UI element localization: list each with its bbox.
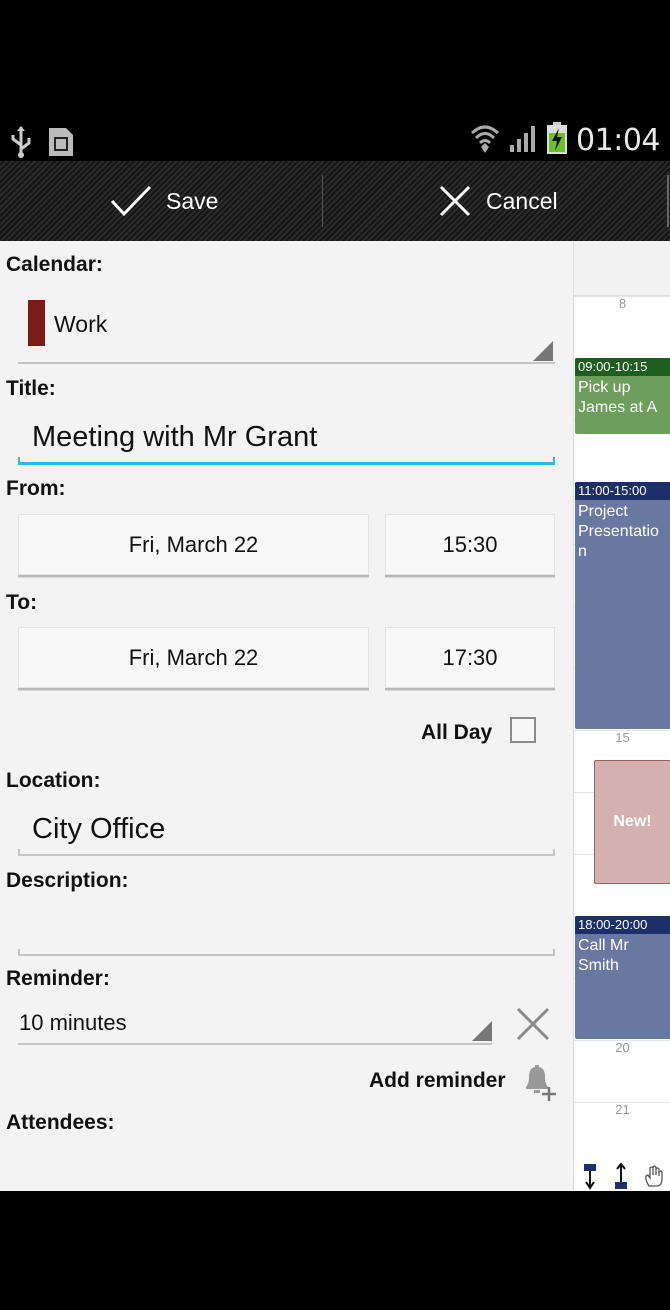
phone-screen: 01:04 Save Cancel Calendar: Work Title: xyxy=(0,0,670,1310)
action-bar: Save Cancel xyxy=(0,161,670,241)
save-button[interactable]: Save xyxy=(110,161,218,241)
new-event-label: New! xyxy=(613,813,652,830)
title-value: Meeting with Mr Grant xyxy=(32,421,318,453)
spinner-arrow-icon xyxy=(533,341,553,361)
event-block[interactable]: 09:00-10:15 Pick up James at A xyxy=(575,358,670,434)
all-day-label: All Day xyxy=(421,721,493,744)
title-label: Title: xyxy=(6,377,56,400)
from-label: From: xyxy=(6,477,66,500)
status-bar: 01:04 xyxy=(0,119,670,161)
hour-label: 20 xyxy=(615,1040,630,1055)
description-label: Description: xyxy=(6,869,129,892)
location-value: City Office xyxy=(32,813,166,845)
reminder-label: Reminder: xyxy=(6,967,110,990)
hour-label: 8 xyxy=(618,296,627,311)
event-edit-form: Calendar: Work Title: Meeting with Mr Gr… xyxy=(0,241,573,1191)
battery-charging-icon xyxy=(546,121,568,159)
hour-label: 21 xyxy=(615,1102,630,1117)
add-alarm-bell-icon xyxy=(526,1065,556,1101)
event-title: Pick up James at A xyxy=(578,379,658,416)
resize-end-icon[interactable] xyxy=(612,1162,630,1190)
event-time: 09:00-10:15 xyxy=(575,358,670,376)
sd-card-icon xyxy=(46,125,76,163)
wifi-icon xyxy=(470,121,500,159)
action-bar-edge xyxy=(667,175,669,227)
event-block[interactable]: 18:00-20:00 Call Mr Smith xyxy=(575,916,670,1039)
from-time-button[interactable]: 15:30 xyxy=(385,514,555,577)
resize-start-icon[interactable] xyxy=(581,1162,599,1190)
save-label: Save xyxy=(166,187,219,214)
hour-label: 15 xyxy=(615,730,630,745)
bottom-bezel xyxy=(0,1191,670,1310)
spinner-arrow-icon xyxy=(472,1021,492,1041)
event-time: 11:00-15:00 xyxy=(575,482,670,500)
cancel-button[interactable]: Cancel xyxy=(438,161,558,241)
to-label: To: xyxy=(6,591,38,614)
calendar-spinner[interactable]: Work xyxy=(18,291,555,365)
remove-reminder-button[interactable] xyxy=(514,1005,552,1043)
to-date-button[interactable]: Fri, March 22 xyxy=(18,627,369,690)
from-date-button[interactable]: Fri, March 22 xyxy=(18,514,369,577)
event-block[interactable]: 11:00-15:00 Project Presentatio n xyxy=(575,482,670,729)
checkmark-icon xyxy=(110,185,152,217)
location-input[interactable]: City Office xyxy=(18,801,555,856)
signal-icon xyxy=(508,123,538,157)
attendees-label: Attendees: xyxy=(6,1111,115,1134)
location-label: Location: xyxy=(6,769,101,792)
usb-icon xyxy=(8,125,34,163)
calendar-color-swatch xyxy=(28,300,45,346)
cancel-label: Cancel xyxy=(486,187,558,214)
day-view-header xyxy=(574,241,670,296)
reminder-value: 10 minutes xyxy=(19,1010,127,1035)
hand-drag-icon[interactable] xyxy=(643,1164,665,1188)
all-day-checkbox[interactable] xyxy=(510,717,536,743)
add-reminder-label: Add reminder xyxy=(369,1069,506,1092)
event-title: Call Mr Smith xyxy=(578,937,629,974)
calendar-label: Calendar: xyxy=(6,253,103,276)
clock-time: 01:04 xyxy=(576,122,660,158)
description-input[interactable] xyxy=(18,901,555,956)
calendar-value: Work xyxy=(54,311,108,337)
close-icon xyxy=(516,1007,550,1041)
reminder-spinner[interactable]: 10 minutes xyxy=(18,1001,492,1045)
event-time: 18:00-20:00 xyxy=(575,916,670,934)
title-input[interactable]: Meeting with Mr Grant xyxy=(18,407,555,465)
day-view-tools xyxy=(574,1161,670,1191)
action-bar-divider xyxy=(322,175,323,227)
event-title: Project Presentatio n xyxy=(578,503,659,560)
add-reminder-button[interactable]: Add reminder xyxy=(360,1061,560,1105)
day-view-strip[interactable]: 8 10 12 13 14 15 19 20 21 09:00-10:15 Pi… xyxy=(573,241,670,1191)
to-time-button[interactable]: 17:30 xyxy=(385,627,555,690)
close-icon xyxy=(439,185,471,217)
new-event-block[interactable]: New! xyxy=(594,760,670,884)
